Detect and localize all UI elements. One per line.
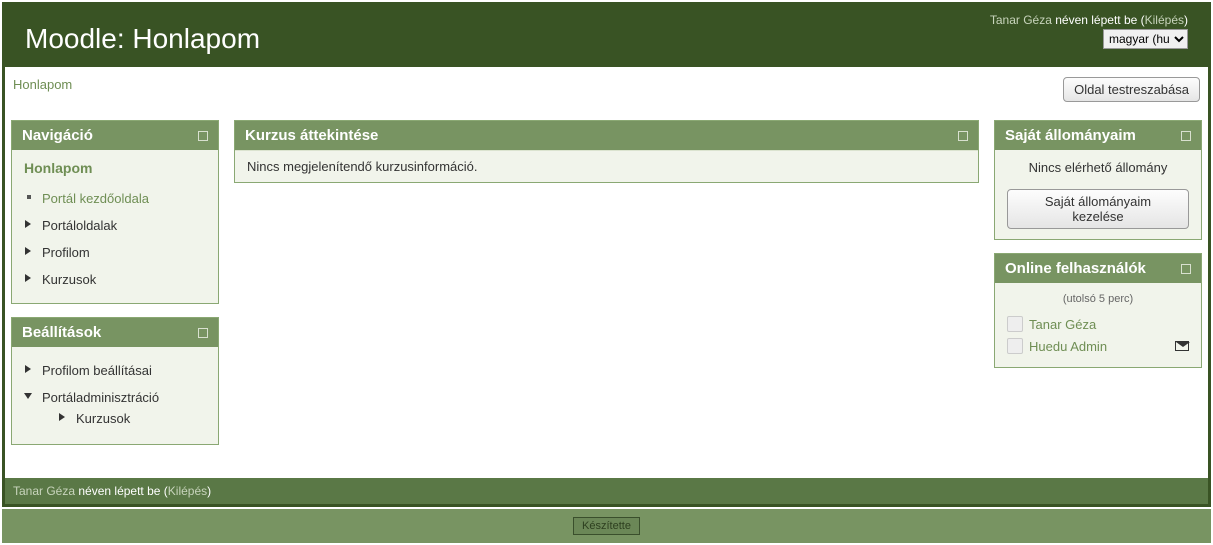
course-overview-title: Kurzus áttekintése <box>245 127 378 144</box>
online-users-title: Online felhasználók <box>1005 260 1146 277</box>
online-users-header: Online felhasználók <box>995 254 1201 283</box>
footer-close-paren: ) <box>207 484 211 498</box>
my-files-block: Saját állományaim Nincs elérhető állomán… <box>994 120 1202 240</box>
settings-block: Beállítások Profilom beállításai Portála… <box>11 317 219 445</box>
course-overview-header: Kurzus áttekintése <box>235 121 978 150</box>
my-files-title: Saját állományaim <box>1005 127 1136 144</box>
navigation-header: Navigáció <box>12 121 218 150</box>
settings-body: Profilom beállításai Portáladminisztráci… <box>12 347 218 444</box>
settings-subitem-label: Kurzusok <box>76 411 130 426</box>
course-overview-body: Nincs megjelenítendő kurzusinformáció. <box>235 150 978 182</box>
online-user-link[interactable]: Huedu Admin <box>1029 339 1169 354</box>
footer-logged-text: néven lépett be ( <box>75 484 168 498</box>
dock-icon[interactable] <box>1181 131 1191 141</box>
customize-page-button[interactable]: Oldal testreszabása <box>1063 77 1200 102</box>
language-select[interactable]: magyar (hu) <box>1103 29 1188 49</box>
settings-item[interactable]: Portáladminisztráció Kurzusok <box>24 384 206 434</box>
settings-item-label: Profilom beállításai <box>42 363 152 378</box>
chevron-right-icon <box>24 365 32 373</box>
settings-subitem[interactable]: Kurzusok <box>58 405 206 432</box>
course-overview-block: Kurzus áttekintése Nincs megjelenítendő … <box>234 120 979 183</box>
settings-header: Beállítások <box>12 318 218 347</box>
settings-title: Beállítások <box>22 324 101 341</box>
user-info: Tanar Géza néven lépett be (Kilépés) mag… <box>990 13 1188 49</box>
chevron-right-icon <box>24 274 32 282</box>
page-title: Moodle: Honlapom <box>25 13 260 55</box>
footer-user-link[interactable]: Tanar Géza <box>13 484 75 498</box>
user-name-link[interactable]: Tanar Géza <box>990 13 1052 27</box>
online-user-link[interactable]: Tanar Géza <box>1029 317 1189 332</box>
nav-item[interactable]: Portál kezdőoldala <box>24 185 206 212</box>
online-users-subtitle: (utolsó 5 perc) <box>1007 293 1189 305</box>
nav-item[interactable]: Portáloldalak <box>24 212 206 239</box>
navigation-block: Navigáció Honlapom Portál kezdőoldala Po… <box>11 120 219 304</box>
online-users-body: (utolsó 5 perc) Tanar Géza Huedu Admin <box>995 283 1201 367</box>
bottom-strip: Készítette <box>2 509 1211 543</box>
nav-item-label: Kurzusok <box>42 272 96 287</box>
right-column: Saját állományaim Nincs elérhető állomán… <box>994 120 1202 381</box>
avatar-icon <box>1007 338 1023 354</box>
avatar-icon <box>1007 316 1023 332</box>
credits-button[interactable]: Készítette <box>573 517 640 535</box>
center-column: Kurzus áttekintése Nincs megjelenítendő … <box>234 120 979 196</box>
footer-logout-link[interactable]: Kilépés <box>168 484 207 498</box>
footer: Tanar Géza néven lépett be (Kilépés) <box>5 478 1208 504</box>
breadcrumb[interactable]: Honlapom <box>13 77 72 92</box>
navigation-body: Honlapom Portál kezdőoldala Portáloldala… <box>12 150 218 303</box>
manage-files-button[interactable]: Saját állományaim kezelése <box>1007 189 1189 229</box>
dock-icon[interactable] <box>1181 264 1191 274</box>
left-column: Navigáció Honlapom Portál kezdőoldala Po… <box>11 120 219 458</box>
dock-icon[interactable] <box>198 131 208 141</box>
settings-item-label: Portáladminisztráció <box>42 390 159 405</box>
settings-item[interactable]: Profilom beállításai <box>24 357 206 384</box>
nav-item[interactable]: Kurzusok <box>24 266 206 293</box>
content-columns: Navigáció Honlapom Portál kezdőoldala Po… <box>5 120 1208 478</box>
close-paren: ) <box>1184 13 1188 27</box>
my-files-empty-text: Nincs elérhető állomány <box>1007 160 1189 175</box>
my-files-header: Saját állományaim <box>995 121 1201 150</box>
nav-item-label: Profilom <box>42 245 90 260</box>
chevron-right-icon <box>24 247 32 255</box>
chevron-right-icon <box>58 413 66 421</box>
dock-icon[interactable] <box>198 328 208 338</box>
main-frame: Moodle: Honlapom Tanar Géza néven lépett… <box>2 2 1211 507</box>
header: Moodle: Honlapom Tanar Géza néven lépett… <box>5 5 1208 67</box>
online-users-block: Online felhasználók (utolsó 5 perc) Tana… <box>994 253 1202 368</box>
nav-item-label: Portáloldalak <box>42 218 117 233</box>
chevron-right-icon <box>24 220 32 228</box>
online-user-row: Huedu Admin <box>1007 335 1189 357</box>
settings-sublist: Kurzusok <box>42 405 206 432</box>
message-icon[interactable] <box>1175 341 1189 351</box>
nav-list: Portál kezdőoldala Portáloldalak Profilo… <box>24 185 206 293</box>
online-user-row: Tanar Géza <box>1007 313 1189 335</box>
breadcrumb-row: Honlapom Oldal testreszabása <box>5 67 1208 120</box>
nav-item-label: Portál kezdőoldala <box>42 191 149 206</box>
logged-in-text: néven lépett be ( <box>1052 13 1145 27</box>
navigation-title: Navigáció <box>22 127 93 144</box>
logout-link[interactable]: Kilépés <box>1145 13 1184 27</box>
nav-item[interactable]: Profilom <box>24 239 206 266</box>
chevron-down-icon <box>24 392 32 400</box>
square-icon <box>24 193 32 201</box>
settings-list: Profilom beállításai Portáladminisztráci… <box>24 357 206 434</box>
nav-root-link[interactable]: Honlapom <box>24 160 206 176</box>
my-files-body: Nincs elérhető állomány Saját állományai… <box>995 150 1201 239</box>
dock-icon[interactable] <box>958 131 968 141</box>
